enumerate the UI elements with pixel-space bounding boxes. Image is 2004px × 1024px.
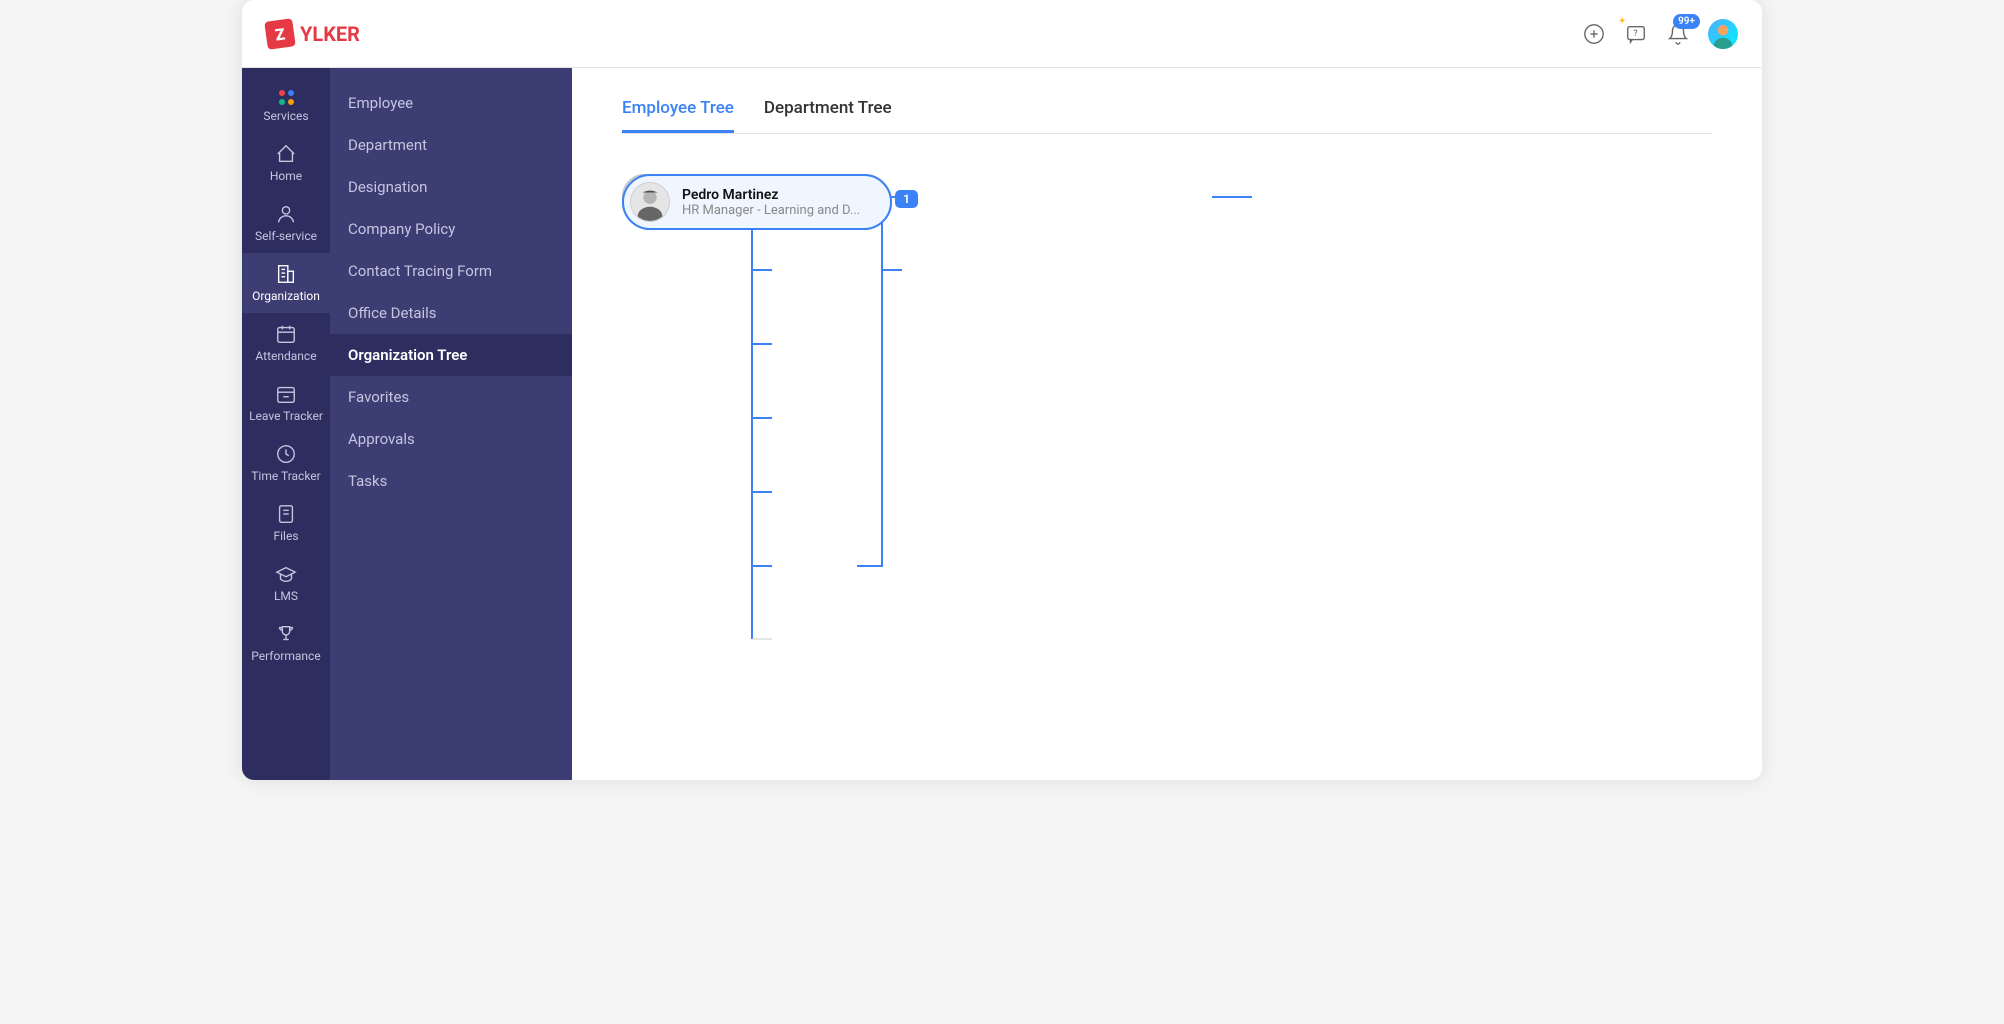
subnav-department[interactable]: Department bbox=[330, 124, 572, 166]
sparkle-icon: ✦ bbox=[1618, 16, 1626, 27]
nav-label: Files bbox=[273, 529, 298, 543]
nav-home[interactable]: Home bbox=[242, 133, 330, 193]
nav-label: Attendance bbox=[255, 349, 316, 363]
nav-label: Home bbox=[270, 169, 302, 183]
calendar-minus-icon bbox=[275, 383, 297, 405]
nav-self-service[interactable]: Self-service bbox=[242, 193, 330, 253]
nav-label: Leave Tracker bbox=[249, 409, 323, 423]
tab-department-tree[interactable]: Department Tree bbox=[764, 98, 892, 133]
employee-role: HR Manager - Learning and D... bbox=[682, 203, 860, 218]
notification-bell-icon[interactable]: 99+ bbox=[1666, 22, 1690, 46]
help-chat-icon[interactable]: ? ✦ bbox=[1624, 22, 1648, 46]
secondary-nav: Employee Department Designation Company … bbox=[330, 68, 572, 780]
subnav-favorites[interactable]: Favorites bbox=[330, 376, 572, 418]
nav-services[interactable]: Services bbox=[242, 80, 330, 133]
files-icon bbox=[275, 503, 297, 525]
nav-label: Performance bbox=[251, 649, 320, 663]
subnav-tasks[interactable]: Tasks bbox=[330, 460, 572, 502]
subnav-contact-tracing[interactable]: Contact Tracing Form bbox=[330, 250, 572, 292]
subnav-designation[interactable]: Designation bbox=[330, 166, 572, 208]
nav-time-tracker[interactable]: Time Tracker bbox=[242, 433, 330, 493]
building-icon bbox=[275, 263, 297, 285]
nav-organization[interactable]: Organization bbox=[242, 253, 330, 313]
services-icon bbox=[279, 90, 294, 105]
logo[interactable]: Z YLKER bbox=[266, 20, 360, 48]
graduation-icon bbox=[275, 563, 297, 585]
subnav-organization-tree[interactable]: Organization Tree bbox=[330, 334, 572, 376]
subnav-approvals[interactable]: Approvals bbox=[330, 418, 572, 460]
nav-attendance[interactable]: Attendance bbox=[242, 313, 330, 373]
nav-label: Self-service bbox=[255, 229, 317, 243]
calendar-icon bbox=[275, 323, 297, 345]
nav-performance[interactable]: Performance bbox=[242, 613, 330, 673]
nav-leave-tracker[interactable]: Leave Tracker bbox=[242, 373, 330, 433]
person-icon bbox=[275, 203, 297, 225]
svg-text:?: ? bbox=[1633, 28, 1637, 38]
subnav-employee[interactable]: Employee bbox=[330, 82, 572, 124]
logo-mark: Z bbox=[264, 18, 296, 50]
employee-avatar bbox=[630, 182, 670, 222]
nav-lms[interactable]: LMS bbox=[242, 553, 330, 613]
tree-tabs: Employee Tree Department Tree bbox=[622, 98, 1712, 134]
report-count-badge: 1 bbox=[895, 190, 918, 208]
org-tree: 26 2 46 3 bbox=[622, 174, 1712, 774]
profile-avatar[interactable] bbox=[1708, 19, 1738, 49]
nav-label: LMS bbox=[274, 589, 298, 603]
nav-label: Services bbox=[263, 109, 308, 123]
subnav-company-policy[interactable]: Company Policy bbox=[330, 208, 572, 250]
primary-nav: Services Home Self-service Organization … bbox=[242, 68, 330, 780]
logo-text: YLKER bbox=[300, 22, 360, 46]
trophy-icon bbox=[275, 623, 297, 645]
home-icon bbox=[275, 143, 297, 165]
employee-name: Pedro Martinez bbox=[682, 187, 860, 203]
tab-employee-tree[interactable]: Employee Tree bbox=[622, 98, 734, 133]
notification-badge: 99+ bbox=[1673, 14, 1700, 29]
subnav-office-details[interactable]: Office Details bbox=[330, 292, 572, 334]
nav-files[interactable]: Files bbox=[242, 493, 330, 553]
nav-label: Time Tracker bbox=[251, 469, 320, 483]
employee-card[interactable]: Pedro Martinez HR Manager - Learning and… bbox=[622, 174, 892, 230]
nav-label: Organization bbox=[252, 289, 320, 303]
clock-icon bbox=[275, 443, 297, 465]
add-icon[interactable] bbox=[1582, 22, 1606, 46]
